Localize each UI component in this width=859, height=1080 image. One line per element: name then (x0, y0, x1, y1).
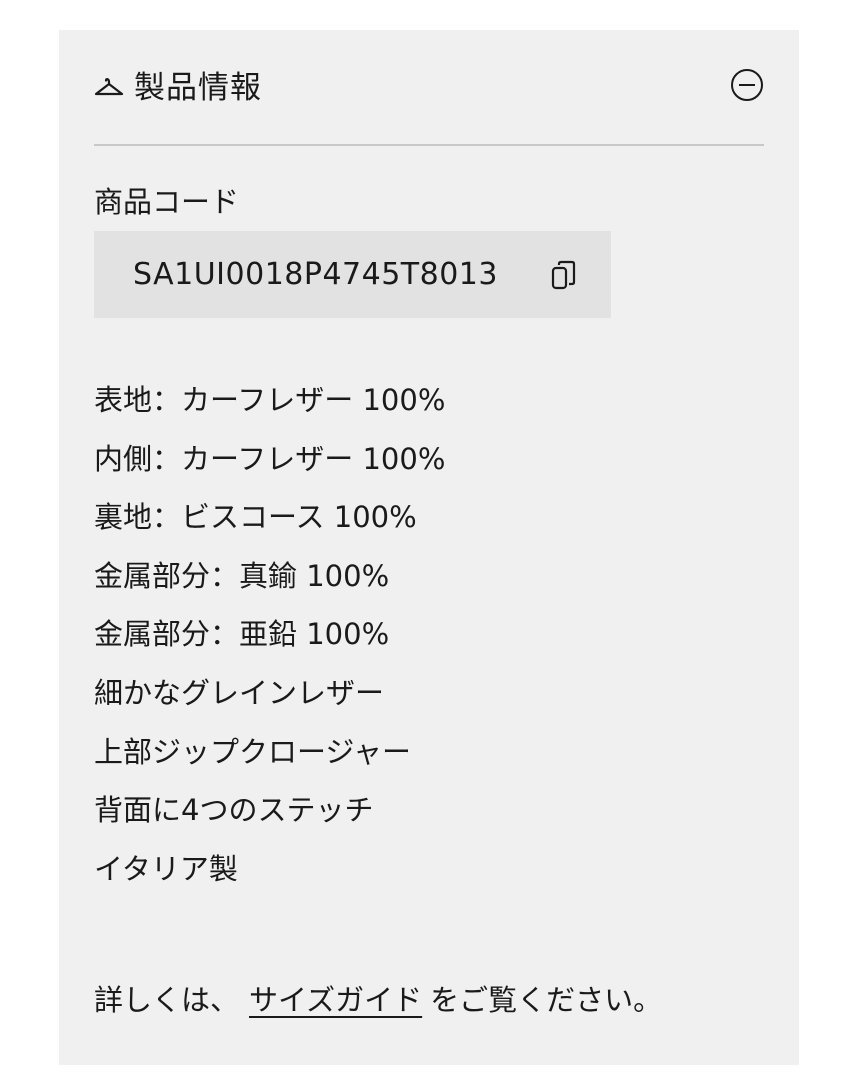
copy-icon[interactable] (551, 259, 577, 291)
product-info-header[interactable]: 製品情報 (94, 30, 764, 146)
detail-item: 裏地：ビスコース 100% (94, 500, 417, 535)
product-code-box: SA1UI0018P4745T8013 (94, 231, 611, 318)
detail-item: 上部ジップクロージャー (94, 734, 411, 769)
size-guide-link[interactable]: サイズガイド (249, 983, 422, 1017)
detail-item: 金属部分：真鍮 100% (94, 558, 390, 593)
section-title: 製品情報 (134, 70, 262, 106)
detail-item: イタリア製 (94, 851, 238, 886)
product-code-label: 商品コード (94, 185, 240, 219)
size-guide-note: 詳しくは、 サイズガイド をご覧ください。 (94, 980, 662, 1020)
product-code-value: SA1UI0018P4745T8013 (133, 257, 498, 292)
product-details-list: 表地：カーフレザー 100% 内側：カーフレザー 100% 裏地：ビスコース 1… (94, 380, 445, 907)
detail-item: 表地：カーフレザー 100% (94, 383, 446, 417)
detail-item: 背面に4つのステッチ (94, 793, 374, 828)
size-guide-suffix: をご覧ください。 (430, 983, 663, 1017)
detail-item: 細かなグレインレザー (94, 675, 385, 710)
collapse-minus-icon[interactable] (730, 68, 764, 102)
product-info-panel: 製品情報 商品コード SA1UI0018P4745T8013 表地：カーフレザー… (59, 30, 799, 1065)
hanger-icon (94, 78, 124, 96)
detail-item: 金属部分：亜鉛 100% (94, 617, 390, 652)
detail-item: 内側：カーフレザー 100% (94, 441, 446, 476)
size-guide-prefix: 詳しくは、 (94, 983, 240, 1017)
